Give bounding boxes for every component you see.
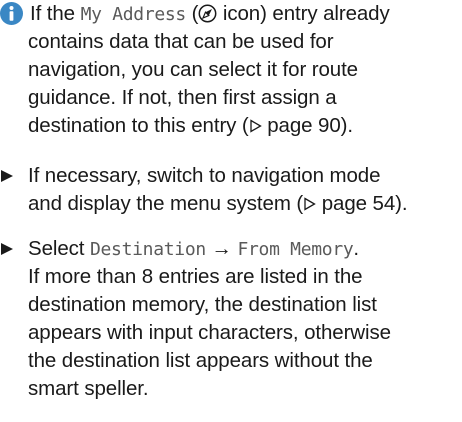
step-1: If necessary, switch to navigation mode … [0,162,462,218]
step-text: Select [28,237,90,260]
info-line-5: destination to this entry ( page 90). [0,112,462,140]
step-2-line-3: destination memory, the destination list [28,293,377,316]
info-text: destination to this entry ( [28,114,249,137]
info-icon [0,2,23,25]
step-text: . [353,237,359,260]
my-address-label: My Address [80,4,187,25]
step-2-line-5: the destination list appears without the [28,349,373,372]
info-line-3: navigation, you can select it for route [28,58,358,81]
destination-menu-label: Destination [89,239,206,260]
step-2-line-6: smart speller. [28,377,149,400]
step-text: and display the menu system ( [28,192,304,215]
info-text: ( [185,2,199,25]
info-line-4: guidance. If not, then first assign a [28,86,337,109]
manual-page: If the My Address ( icon) entry already … [0,0,462,422]
step-1-line-2: and display the menu system ( page 54). [0,190,462,218]
page-reference: page 54). [316,192,408,215]
page-reference: page 90). [261,114,353,137]
from-memory-menu-label: From Memory [237,239,354,260]
triangle-arrow-icon [303,191,316,211]
info-text: icon) entry already [217,2,390,25]
info-line-2: contains data that can be used for [28,30,334,53]
bullet-arrow-icon [0,162,14,190]
info-text: If the [30,2,81,25]
step-2-line-2: If more than 8 entries are listed in the [28,265,363,288]
triangle-arrow-icon [249,113,262,133]
step-1-line-1: If necessary, switch to navigation mode [28,164,381,187]
navigation-icon [198,3,217,23]
menu-arrow: → [205,237,238,260]
info-line-1: If the My Address ( icon) entry already [0,0,462,28]
step-2-line-4: appears with input characters, otherwise [28,321,391,344]
step-2: Select Destination → From Memory. If mor… [0,235,462,403]
info-note: If the My Address ( icon) entry already … [0,0,462,140]
step-2-line-1: Select Destination → From Memory. [0,235,462,263]
bullet-arrow-icon [0,235,14,263]
